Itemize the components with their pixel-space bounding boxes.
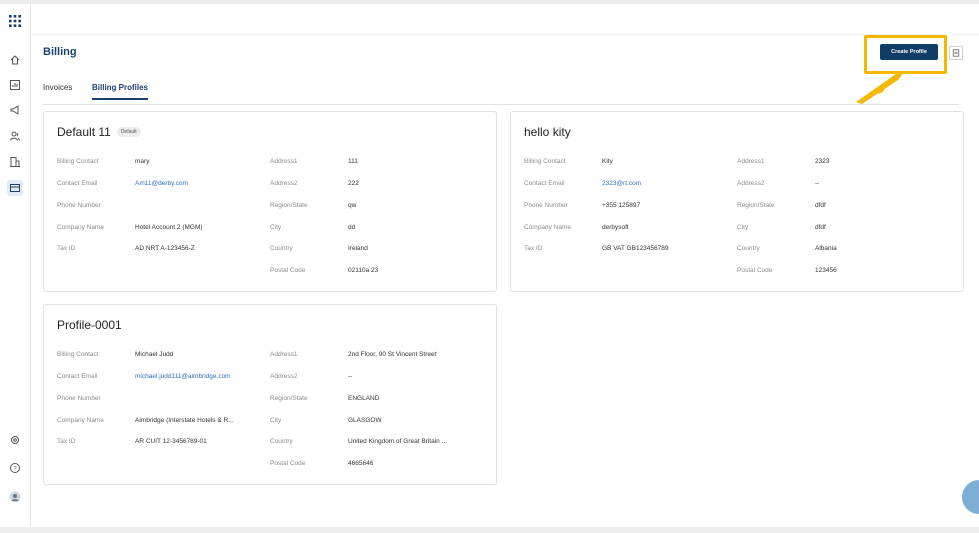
address2-value: -- bbox=[348, 373, 353, 380]
field-label: Company Name bbox=[57, 224, 104, 231]
field-label: Phone Number bbox=[524, 202, 568, 209]
field-label: Country bbox=[270, 438, 293, 445]
field-label: Postal Code bbox=[270, 267, 306, 274]
region-state-value: qw bbox=[348, 202, 357, 209]
home-icon[interactable] bbox=[7, 52, 23, 68]
billing-contact-value: Michael Judd bbox=[135, 351, 174, 358]
field-label: Phone Number bbox=[57, 395, 101, 402]
billing-contact-value: Kity bbox=[602, 158, 613, 165]
contact-email-value[interactable]: 2323@rt.com bbox=[602, 180, 641, 187]
profile-title: Profile-0001 bbox=[57, 318, 122, 332]
header-divider bbox=[31, 34, 979, 35]
hotel-icon[interactable] bbox=[7, 154, 23, 170]
region-state-value: dfdf bbox=[815, 202, 826, 209]
tab-invoices[interactable]: Invoices bbox=[43, 83, 72, 98]
field-label: Contact Email bbox=[524, 180, 565, 187]
billing-contact-value: mary bbox=[135, 158, 150, 165]
address1-value: 2323 bbox=[815, 158, 830, 165]
company-name-value: Aimbridge (Interstate Hotels & R... bbox=[135, 417, 234, 424]
field-label: Address1 bbox=[737, 158, 765, 165]
tax-id-value: AR CUIT 12-3456789-01 bbox=[135, 438, 207, 445]
campaign-icon[interactable] bbox=[7, 102, 23, 118]
field-label: Postal Code bbox=[270, 460, 306, 467]
report-icon[interactable] bbox=[7, 77, 23, 93]
phone-number-value: +355 125897 bbox=[602, 202, 641, 209]
field-label: Region/State bbox=[737, 202, 775, 209]
country-value: United Kingdom of Great Britain ... bbox=[348, 438, 447, 445]
contact-email-value[interactable]: Am11@derby.com bbox=[135, 180, 188, 187]
user-avatar[interactable] bbox=[7, 489, 23, 505]
settings-icon[interactable] bbox=[7, 432, 23, 448]
document-icon bbox=[952, 49, 960, 57]
contact-email-value[interactable]: michael.judd111@aimbridge.com bbox=[135, 373, 231, 380]
field-label: Postal Code bbox=[737, 267, 773, 274]
region-state-value: ENGLAND bbox=[348, 395, 380, 402]
city-value: GLASGOW bbox=[348, 417, 382, 424]
document-button[interactable] bbox=[949, 46, 963, 60]
field-label: City bbox=[270, 224, 282, 231]
profile-card[interactable]: Default 11 Default Billing Contact mary … bbox=[43, 111, 497, 292]
address2-value: -- bbox=[815, 180, 820, 187]
field-label: Region/State bbox=[270, 395, 308, 402]
field-label: Billing Contact bbox=[524, 158, 566, 165]
field-label: City bbox=[737, 224, 749, 231]
help-icon[interactable]: ? bbox=[7, 460, 23, 476]
tax-id-value: GB VAT GB123456789 bbox=[602, 245, 669, 252]
postal-code-value: 4665646 bbox=[348, 460, 374, 467]
address1-value: 2nd Floor, 90 St Vincent Street bbox=[348, 351, 437, 358]
postal-code-value: 123456 bbox=[815, 267, 837, 274]
address1-value: 111 bbox=[348, 158, 358, 165]
city-value: dfdf bbox=[815, 224, 826, 231]
field-label: Billing Contact bbox=[57, 351, 99, 358]
field-label: Company Name bbox=[57, 417, 104, 424]
billing-icon[interactable] bbox=[7, 180, 23, 196]
company-name-value: derbysoft bbox=[602, 224, 629, 231]
field-label: Billing Contact bbox=[57, 158, 99, 165]
bottom-strip bbox=[0, 527, 979, 533]
field-label: Address1 bbox=[270, 351, 298, 358]
field-label: Country bbox=[737, 245, 760, 252]
create-profile-button[interactable]: Create Profile bbox=[880, 44, 938, 60]
field-label: City bbox=[270, 417, 282, 424]
field-label: Region/State bbox=[270, 202, 308, 209]
field-label: Tax ID bbox=[57, 245, 76, 252]
field-label: Contact Email bbox=[57, 373, 98, 380]
sidebar: ? bbox=[0, 4, 31, 527]
default-badge: Default bbox=[116, 127, 141, 137]
country-value: Albania bbox=[815, 245, 837, 252]
profile-card[interactable]: hello kity Billing Contact Kity Contact … bbox=[510, 111, 964, 292]
profile-name: Default 11 bbox=[57, 125, 111, 139]
users-icon[interactable] bbox=[7, 128, 23, 144]
field-label: Phone Number bbox=[57, 202, 101, 209]
company-name-value: Hotel Account 2 (MGM) bbox=[135, 224, 203, 231]
profile-name: Profile-0001 bbox=[57, 318, 122, 332]
field-label: Country bbox=[270, 245, 293, 252]
field-label: Tax ID bbox=[57, 438, 76, 445]
profile-card[interactable]: Profile-0001 Billing Contact Michael Jud… bbox=[43, 304, 497, 485]
tab-billing-profiles[interactable]: Billing Profiles bbox=[92, 83, 149, 100]
profile-title: hello kity bbox=[524, 125, 571, 139]
page-title: Billing bbox=[43, 46, 77, 58]
field-label: Address2 bbox=[270, 180, 298, 187]
field-label: Contact Email bbox=[57, 180, 98, 187]
apps-grid-icon[interactable] bbox=[7, 13, 23, 29]
postal-code-value: 02110a 23 bbox=[348, 267, 379, 274]
country-value: Ireland bbox=[348, 245, 368, 252]
field-label: Address1 bbox=[270, 158, 298, 165]
address2-value: 222 bbox=[348, 180, 359, 187]
tax-id-value: AD NRT A-123456-Z bbox=[135, 245, 195, 252]
tab-bar: Invoices Billing Profiles bbox=[43, 83, 959, 105]
field-label: Company Name bbox=[524, 224, 571, 231]
main-content: Billing Invoices Billing Profiles Create… bbox=[31, 4, 979, 527]
profile-title: Default 11 Default bbox=[57, 125, 141, 139]
field-label: Address2 bbox=[270, 373, 298, 380]
field-label: Tax ID bbox=[524, 245, 543, 252]
profile-name: hello kity bbox=[524, 125, 571, 139]
city-value: dd bbox=[348, 224, 356, 231]
field-label: Address2 bbox=[737, 180, 765, 187]
svg-text:?: ? bbox=[13, 466, 17, 472]
